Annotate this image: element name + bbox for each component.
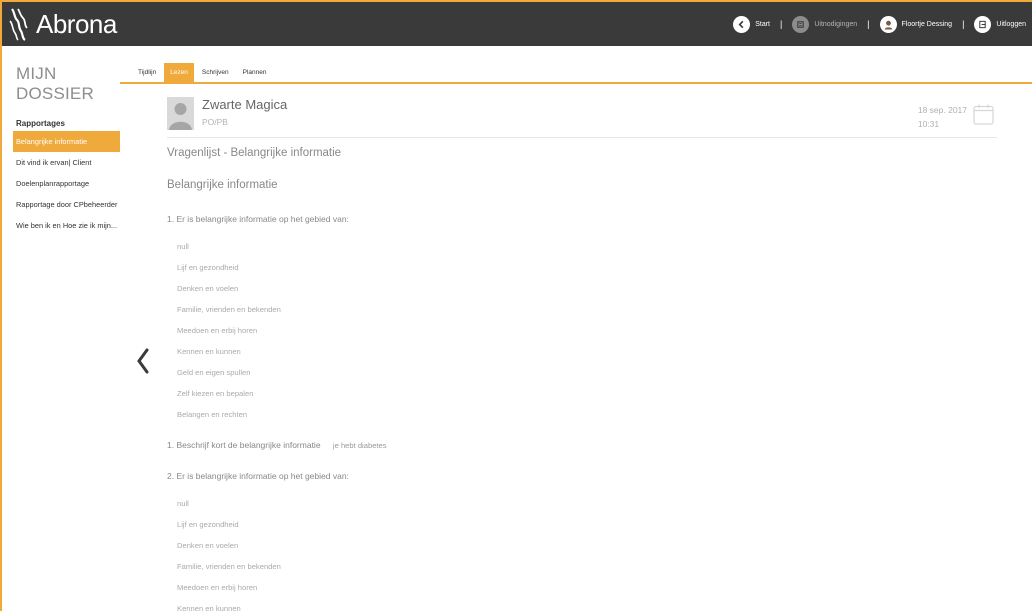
list-item: Denken en voelen <box>177 541 239 550</box>
nav-separator: | <box>780 19 783 29</box>
abrona-logo-icon <box>9 8 28 41</box>
sidebar: MIJN DOSSIER Rapportages Belangrijke inf… <box>2 46 120 611</box>
list-item: Geld en eigen spullen <box>177 368 251 377</box>
sidebar-section-title: Rapportages <box>16 119 65 128</box>
sidebar-item-dit-vind-ik-ervan[interactable]: Dit vind ik ervan| Client <box>2 152 120 173</box>
user-placeholder-icon <box>167 97 194 130</box>
list-item: Kennen en kunnen <box>177 347 241 356</box>
report-time: 10:31 <box>917 119 940 129</box>
sidebar-item-belangrijke-informatie[interactable]: Belangrijke informatie <box>13 131 120 152</box>
calendar-icon[interactable] <box>973 104 994 125</box>
report-header: Zwarte Magica PO/PB 18 sep. 2017 10:31 <box>167 86 997 138</box>
questionnaire-title: Vragenlijst - Belangrijke informatie <box>167 147 342 159</box>
tab-schrijven[interactable]: Schrijven <box>196 63 235 82</box>
nav-separator: | <box>962 19 965 29</box>
answer-list-2: null Lijf en gezondheid Denken en voelen… <box>167 493 997 611</box>
nav-user-label: Floortje Dessing <box>901 20 953 28</box>
section-title: Belangrijke informatie <box>167 179 278 191</box>
describe-answer: je hebt diabetes <box>332 441 387 450</box>
nav-separator: | <box>867 19 870 29</box>
nav-user[interactable]: Floortje Dessing <box>879 15 953 33</box>
tab-tijdlijn[interactable]: Tijdlijn <box>132 63 162 82</box>
nav-start-label: Start <box>755 20 770 28</box>
user-avatar-icon <box>879 15 897 33</box>
logout-icon <box>974 15 992 33</box>
top-navigation: Start | Uitnodigingen | Floortje Dessing… <box>733 2 1032 46</box>
tab-plannen[interactable]: Plannen <box>237 63 273 82</box>
question-2: 2. Er is belangrijke informatie op het g… <box>167 471 349 481</box>
list-item: Meedoen en erbij horen <box>177 583 258 592</box>
dossier-title: MIJN DOSSIER <box>16 64 94 103</box>
nav-invitations[interactable]: Uitnodigingen <box>792 15 858 33</box>
main-content: Zwarte Magica PO/PB 18 sep. 2017 10:31 V… <box>120 86 1032 611</box>
list-item: Zelf kiezen en bepalen <box>177 389 254 398</box>
nav-start[interactable]: Start <box>733 15 770 33</box>
author-role: PO/PB <box>202 117 228 127</box>
list-item: Lijf en gezondheid <box>177 263 239 272</box>
tab-lezen[interactable]: Lezen <box>164 63 194 82</box>
nav-logout-label: Uitloggen <box>996 20 1026 28</box>
sidebar-item-doelenplanrapportage[interactable]: Doelenplanrapportage <box>2 173 120 194</box>
list-item: null <box>177 242 189 251</box>
chevron-left-icon[interactable] <box>135 348 151 374</box>
list-item: Belangen en rechten <box>177 410 248 419</box>
nav-logout[interactable]: Uitloggen <box>974 15 1026 33</box>
report-document: Zwarte Magica PO/PB 18 sep. 2017 10:31 V… <box>167 86 997 611</box>
list-item: Meedoen en erbij horen <box>177 326 258 335</box>
list-item: Kennen en kunnen <box>177 604 241 611</box>
list-item: Lijf en gezondheid <box>177 520 239 529</box>
sidebar-item-wie-ben-ik[interactable]: Wie ben ik en Hoe zie ik mijn... <box>2 215 120 236</box>
chevron-left-circle-icon <box>733 15 751 33</box>
list-item: Familie, vrienden en bekenden <box>177 562 281 571</box>
brand[interactable]: Abrona <box>2 2 117 46</box>
question-1: 1. Er is belangrijke informatie op het g… <box>167 214 349 224</box>
describe-question: 1. Beschrijf kort de belangrijke informa… <box>167 440 321 450</box>
invitations-icon <box>792 15 810 33</box>
brand-name: Abrona <box>36 8 117 39</box>
list-item: Denken en voelen <box>177 284 239 293</box>
nav-invitations-label: Uitnodigingen <box>814 20 858 28</box>
describe-row: 1. Beschrijf kort de belangrijke informa… <box>167 425 997 467</box>
author-name: Zwarte Magica <box>202 97 288 112</box>
report-datetime: 18 sep. 2017 10:31 <box>918 103 967 131</box>
tab-bar: Tijdlijn Lezen Schrijven Plannen <box>120 46 1032 84</box>
list-item: null <box>177 499 189 508</box>
sidebar-item-rapportage-cpbeheerder[interactable]: Rapportage door CPbeheerder <box>2 194 120 215</box>
answer-list-1: null Lijf en gezondheid Denken en voelen… <box>167 236 997 425</box>
top-header: Abrona Start | Uitnodigingen | Floortje … <box>2 2 1032 46</box>
list-item: Familie, vrienden en bekenden <box>177 305 281 314</box>
report-date: 18 sep. 2017 <box>917 105 967 115</box>
